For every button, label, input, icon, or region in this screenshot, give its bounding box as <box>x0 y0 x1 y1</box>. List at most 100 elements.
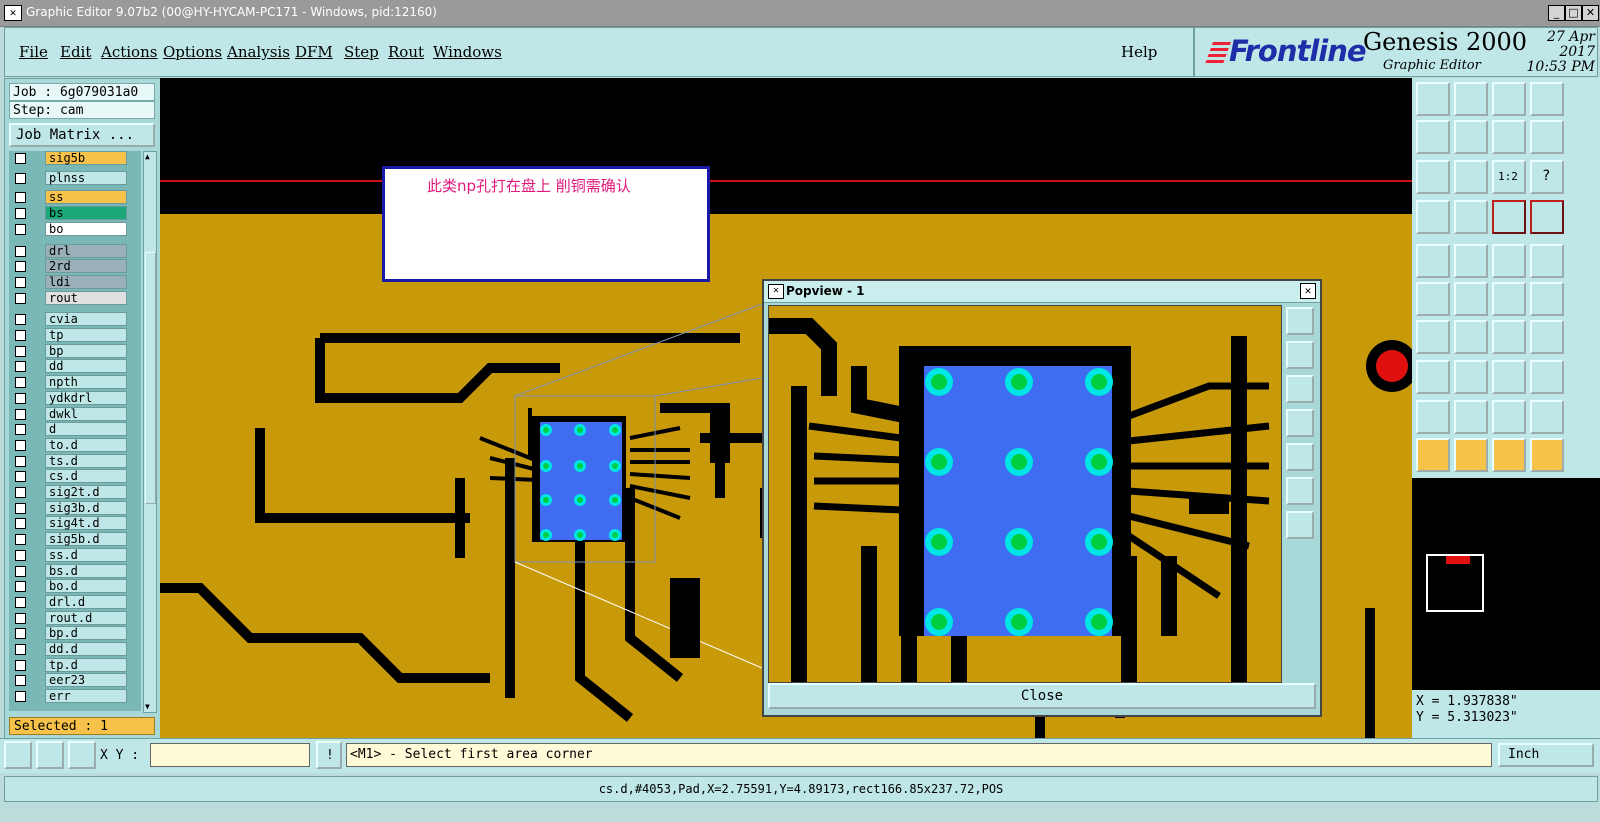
snap-center-icon[interactable] <box>1416 244 1450 278</box>
layer-row[interactable]: err <box>9 689 141 704</box>
menu-dfm[interactable]: DFM <box>295 43 333 61</box>
layer-row[interactable]: ss.d <box>9 547 141 563</box>
line-icon[interactable] <box>1416 320 1450 354</box>
pointer-snap-icon[interactable] <box>1530 438 1564 472</box>
layer-checkbox[interactable] <box>15 330 26 341</box>
layer-checkbox[interactable] <box>15 659 26 671</box>
layer-name[interactable]: ss.d <box>45 547 127 562</box>
maximize-button[interactable]: □ <box>1565 5 1582 21</box>
swap-icon[interactable] <box>1530 120 1564 154</box>
layer-name[interactable]: bs <box>45 206 127 221</box>
ruler-angle-icon[interactable] <box>1454 244 1488 278</box>
xy-input[interactable] <box>150 743 310 767</box>
menu-actions[interactable]: Actions <box>101 43 157 61</box>
pan-right-icon[interactable] <box>1454 120 1488 154</box>
layer-name[interactable]: tp.d <box>45 657 127 672</box>
layer-checkbox[interactable] <box>15 261 26 273</box>
layer-name[interactable]: cvia <box>45 312 127 327</box>
group-icon[interactable] <box>1530 360 1564 394</box>
layer-checkbox[interactable] <box>15 345 26 357</box>
layer-checkbox[interactable] <box>15 691 26 703</box>
layer-checkbox[interactable] <box>15 581 26 593</box>
layer-name[interactable]: eer23 <box>45 673 127 688</box>
popview-zoom-fit-button[interactable] <box>1286 307 1314 335</box>
layer-name[interactable]: bp.d <box>45 626 127 641</box>
layer-name[interactable]: sig2t.d <box>45 485 127 499</box>
layer-row[interactable]: cs.d <box>9 469 141 484</box>
layer-row[interactable]: ss <box>9 190 141 205</box>
layer-checkbox[interactable] <box>15 439 26 451</box>
flip-icon[interactable] <box>1530 320 1564 354</box>
layer-checkbox[interactable] <box>15 408 26 420</box>
layer-name[interactable]: sig5b.d <box>45 532 127 547</box>
layer-row[interactable]: rout <box>9 290 141 306</box>
popview-pan-down-button[interactable] <box>1286 375 1314 403</box>
alert-icon[interactable]: ! <box>316 741 342 769</box>
pointer-icon[interactable] <box>1416 438 1450 472</box>
pan-left-icon[interactable] <box>1416 120 1450 154</box>
layer-row[interactable]: bp.d <box>9 626 141 641</box>
minimize-button[interactable]: _ <box>1548 5 1565 21</box>
layer-name[interactable]: bp <box>45 343 127 358</box>
zoom-in-icon[interactable] <box>1416 160 1450 194</box>
layer-checkbox[interactable] <box>15 628 26 640</box>
layer-row[interactable]: bp <box>9 343 141 359</box>
layer-checkbox[interactable] <box>15 675 26 687</box>
layer-row[interactable]: ydkdrl <box>9 390 141 406</box>
layer-checkbox[interactable] <box>15 424 26 436</box>
help-icon[interactable]: ? <box>1530 160 1564 194</box>
layer-list-scrollbar[interactable]: ▲ ▼ <box>143 151 157 713</box>
slash-icon[interactable] <box>1454 320 1488 354</box>
angle-mode-icon[interactable] <box>36 741 64 769</box>
cross-icon[interactable] <box>1454 282 1488 316</box>
layer-checkbox[interactable] <box>15 276 26 288</box>
net-select-icon[interactable] <box>1492 200 1526 234</box>
menu-rout[interactable]: Rout <box>388 43 424 61</box>
layer-name[interactable]: drl.d <box>45 594 127 609</box>
layer-checkbox[interactable] <box>15 549 26 561</box>
resize-icon[interactable] <box>1416 360 1450 394</box>
layer-checkbox[interactable] <box>15 208 26 220</box>
layer-name[interactable]: sig4t.d <box>45 516 127 531</box>
layer-checkbox[interactable] <box>15 612 26 624</box>
popview-close-button[interactable]: Close <box>768 683 1316 709</box>
layer-name[interactable]: drl <box>45 243 127 258</box>
layer-name[interactable]: err <box>45 689 127 704</box>
layer-checkbox[interactable] <box>15 487 26 498</box>
layer-checkbox[interactable] <box>15 292 26 304</box>
layer-name[interactable]: tp <box>45 328 127 342</box>
popview-zoom-in-button[interactable] <box>1286 477 1314 505</box>
popview-canvas[interactable] <box>768 305 1282 683</box>
layer-checkbox[interactable] <box>15 471 26 483</box>
measure-icon[interactable] <box>1416 200 1450 234</box>
layer-row[interactable]: sig5b <box>9 151 141 166</box>
align-icon[interactable] <box>1492 360 1526 394</box>
layer-name[interactable]: dd <box>45 359 127 374</box>
layer-name[interactable]: sig3b.d <box>45 500 127 515</box>
layer-row[interactable]: npth <box>9 375 141 390</box>
popview-pan-left-button[interactable] <box>1286 409 1314 437</box>
layer-checkbox[interactable] <box>15 596 26 608</box>
layer-row[interactable]: bo <box>9 221 141 237</box>
connect-icon[interactable] <box>1416 282 1450 316</box>
layer-name[interactable]: sig5b <box>45 151 127 165</box>
layer-checkbox[interactable] <box>15 565 26 577</box>
layer-row[interactable]: d <box>9 422 141 437</box>
layer-checkbox[interactable] <box>15 245 26 257</box>
pointer-select-icon[interactable] <box>1454 438 1488 472</box>
layer-row[interactable]: plnss <box>9 170 141 186</box>
layer-checkbox[interactable] <box>15 455 26 467</box>
unit-select[interactable]: Inch <box>1498 743 1594 767</box>
menu-help[interactable]: Help <box>1121 43 1157 61</box>
layer-name[interactable]: rout.d <box>45 610 127 625</box>
menu-edit[interactable]: Edit <box>60 43 91 61</box>
layer-checkbox[interactable] <box>15 644 26 655</box>
layer-checkbox[interactable] <box>15 502 26 514</box>
mirror-icon[interactable] <box>1492 120 1526 154</box>
home-down-icon[interactable] <box>1454 82 1488 116</box>
layer-row[interactable]: sig2t.d <box>9 485 141 500</box>
layer-name[interactable]: d <box>45 422 127 437</box>
layer-name[interactable]: npth <box>45 375 127 390</box>
layer-row[interactable]: rout.d <box>9 610 141 626</box>
arrow-a-icon[interactable] <box>1454 400 1488 434</box>
